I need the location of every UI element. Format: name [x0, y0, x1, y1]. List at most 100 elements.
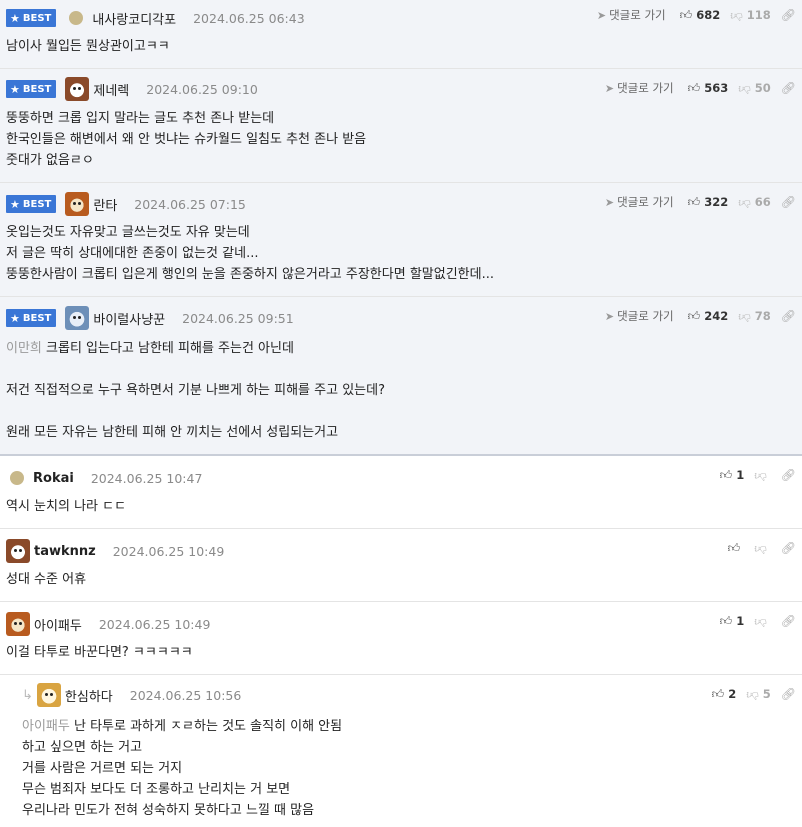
- nickname[interactable]: 란타: [93, 195, 117, 214]
- thumbs-down-icon: 👍︎: [730, 8, 743, 23]
- thumbs-down-icon: 👍︎: [746, 687, 759, 702]
- link-icon[interactable]: 🔗︎: [781, 687, 796, 701]
- send-icon: ➤: [604, 81, 615, 95]
- star-icon: ★: [10, 311, 20, 325]
- comment-header: ★ BEST 제네렉 2024.06.25 09:10: [6, 77, 258, 101]
- send-icon: ➤: [596, 8, 607, 22]
- comment-body: 뚱뚱하면 크롭 입지 말라는 글도 추천 존나 받는데 한국인들은 해변에서 왜…: [6, 111, 367, 168]
- downvote-button[interactable]: 👍︎: [754, 614, 771, 629]
- avatar: [6, 612, 30, 636]
- comment-date: 2024.06.25 09:51: [182, 310, 294, 326]
- upvote-button[interactable]: 👍︎ 563: [688, 81, 729, 96]
- goto-reply-link[interactable]: ➤ 댓글로 가기: [605, 194, 674, 210]
- link-icon[interactable]: 🔗︎: [781, 8, 796, 22]
- goto-reply-link[interactable]: ➤ 댓글로 가기: [605, 308, 674, 324]
- comment-date: 2024.06.25 07:15: [134, 196, 246, 212]
- upvote-button[interactable]: 👍︎ 322: [688, 195, 729, 210]
- best-badge: ★ BEST: [6, 309, 57, 327]
- downvote-button[interactable]: 👍︎ 66: [738, 195, 771, 210]
- goto-reply-link[interactable]: ➤ 댓글로 가기: [605, 80, 674, 96]
- comment-text: 크롭티 입는다고 남한테 피해를 주는건 아닌데 저건 직접적으로 누구 욕하면…: [6, 341, 385, 440]
- link-icon[interactable]: 🔗︎: [781, 614, 796, 628]
- comment-item: ★ BEST 제네렉 2024.06.25 09:10 ➤ 댓글로 가기 👍︎ 563…: [0, 69, 802, 183]
- thumbs-up-icon: 👍︎: [687, 308, 701, 323]
- upvote-button[interactable]: 👍︎ 2: [712, 687, 737, 702]
- link-icon[interactable]: 🔗︎: [781, 195, 796, 209]
- thumbs-up-icon: 👍︎: [727, 540, 741, 555]
- downvote-button[interactable]: 👍︎ 118: [730, 8, 771, 23]
- mention-tag[interactable]: 이만희: [6, 341, 42, 356]
- downvote-button[interactable]: 👍︎: [754, 468, 771, 483]
- avatar: [65, 192, 90, 216]
- thumbs-up-icon: 👍︎: [711, 686, 725, 701]
- nickname[interactable]: 바이럴사냥꾼: [93, 309, 165, 328]
- goto-reply-link[interactable]: ➤ 댓글로 가기: [597, 7, 666, 23]
- send-icon: ➤: [604, 309, 615, 323]
- mention-tag[interactable]: 아이패두: [22, 719, 70, 734]
- comment-actions: ➤ 댓글로 가기 👍︎ 242 👍︎ 78 🔗︎: [605, 307, 796, 325]
- comment-item: 아이패두 2024.06.25 10:49 👍︎ 1 👍︎ 🔗︎ 이걸 타투로 바…: [0, 602, 802, 675]
- comment-body: 옷입는것도 자유맞고 글쓰는것도 자유 맞는데 저 글은 딱히 상대에대한 존중…: [6, 225, 494, 282]
- comment-body: 아이패두 난 타투로 과하게 ㅈㄹ하는 것도 솔직히 이해 안됨 하고 싶으면 …: [22, 716, 342, 821]
- comment-actions: ➤ 댓글로 가기 👍︎ 682 👍︎ 118 🔗︎: [597, 6, 796, 24]
- thumbs-down-icon: 👍︎: [754, 468, 767, 483]
- link-icon[interactable]: 🔗︎: [781, 81, 796, 95]
- downvote-button[interactable]: 👍︎ 78: [738, 309, 771, 324]
- comment-item: ★ BEST 란타 2024.06.25 07:15 ➤ 댓글로 가기 👍︎ 322 …: [0, 183, 802, 297]
- avatar: [69, 11, 84, 25]
- comment-body: 이만희 크롭티 입는다고 남한테 피해를 주는건 아닌데 저건 직접적으로 누구…: [6, 338, 385, 443]
- comment-item: ★ BEST 내사랑코디각포 2024.06.25 06:43 ➤ 댓글로 가기 👍…: [0, 0, 802, 69]
- thumbs-down-icon: 👍︎: [738, 195, 751, 210]
- comment-header: ★ BEST 바이럴사냥꾼 2024.06.25 09:51: [6, 306, 294, 330]
- comment-header: Rokai 2024.06.25 10:47: [6, 468, 202, 488]
- comment-body: 성대 수준 어휴: [6, 572, 87, 587]
- comment-date: 2024.06.25 10:49: [112, 543, 225, 559]
- upvote-button[interactable]: 👍︎ 1: [720, 614, 745, 629]
- comment-body: 역시 눈치의 나라 ㄷㄷ: [6, 499, 127, 514]
- nickname[interactable]: tawknnz: [34, 544, 96, 559]
- comment-item: tawknnz 2024.06.25 10:49 👍︎ 👍︎ 🔗︎ 성대 수준 …: [0, 529, 802, 602]
- comment-header: ★ BEST 란타 2024.06.25 07:15: [6, 192, 246, 216]
- link-icon[interactable]: 🔗︎: [781, 541, 796, 555]
- thumbs-down-icon: 👍︎: [754, 614, 767, 629]
- comment-item: ★ BEST 바이럴사냥꾼 2024.06.25 09:51 ➤ 댓글로 가기 👍︎…: [0, 297, 802, 456]
- upvote-button[interactable]: 👍︎: [728, 541, 745, 556]
- comment-header: ↳ 한심하다 2024.06.25 10:56: [22, 683, 241, 707]
- nickname[interactable]: 아이패두: [34, 615, 82, 634]
- star-icon: ★: [10, 197, 20, 211]
- send-icon: ➤: [604, 195, 615, 209]
- comment-item: Rokai 2024.06.25 10:47 👍︎ 1 👍︎ 🔗︎ 역시 눈치의 …: [0, 456, 802, 529]
- avatar: [36, 683, 61, 707]
- downvote-button[interactable]: 👍︎ 5: [746, 687, 771, 702]
- link-icon[interactable]: 🔗︎: [781, 468, 796, 482]
- thumbs-down-icon: 👍︎: [754, 541, 767, 556]
- comment-actions: 👍︎ 1 👍︎ 🔗︎: [720, 612, 796, 630]
- nickname[interactable]: 내사랑코디각포: [92, 9, 176, 28]
- comment-date: 2024.06.25 10:49: [98, 616, 211, 632]
- thumbs-down-icon: 👍︎: [738, 309, 751, 324]
- avatar: [6, 539, 30, 563]
- avatar: [10, 471, 24, 485]
- nickname[interactable]: 제네렉: [93, 80, 129, 99]
- downvote-button[interactable]: 👍︎ 50: [738, 81, 771, 96]
- link-icon[interactable]: 🔗︎: [781, 309, 796, 323]
- best-label: BEST: [22, 198, 52, 210]
- comment-actions: ➤ 댓글로 가기 👍︎ 563 👍︎ 50 🔗︎: [605, 79, 796, 97]
- downvote-button[interactable]: 👍︎: [754, 541, 771, 556]
- comment-header: ★ BEST 내사랑코디각포 2024.06.25 06:43: [6, 8, 305, 28]
- upvote-button[interactable]: 👍︎ 242: [688, 309, 729, 324]
- nickname[interactable]: 한심하다: [65, 686, 113, 705]
- comment-actions: ➤ 댓글로 가기 👍︎ 322 👍︎ 66 🔗︎: [605, 193, 796, 211]
- best-label: BEST: [22, 312, 52, 324]
- best-badge: ★ BEST: [6, 9, 57, 27]
- avatar: [65, 306, 90, 330]
- thumbs-up-icon: 👍︎: [719, 467, 733, 482]
- best-label: BEST: [22, 12, 52, 24]
- upvote-button[interactable]: 👍︎ 1: [720, 468, 745, 483]
- best-label: BEST: [22, 83, 52, 95]
- upvote-button[interactable]: 👍︎ 682: [680, 8, 721, 23]
- comment-date: 2024.06.25 06:43: [193, 10, 305, 26]
- comment-header: 아이패두 2024.06.25 10:49: [6, 612, 211, 636]
- nickname[interactable]: Rokai: [33, 471, 74, 486]
- comment-actions: 👍︎ 2 👍︎ 5 🔗︎: [712, 685, 796, 703]
